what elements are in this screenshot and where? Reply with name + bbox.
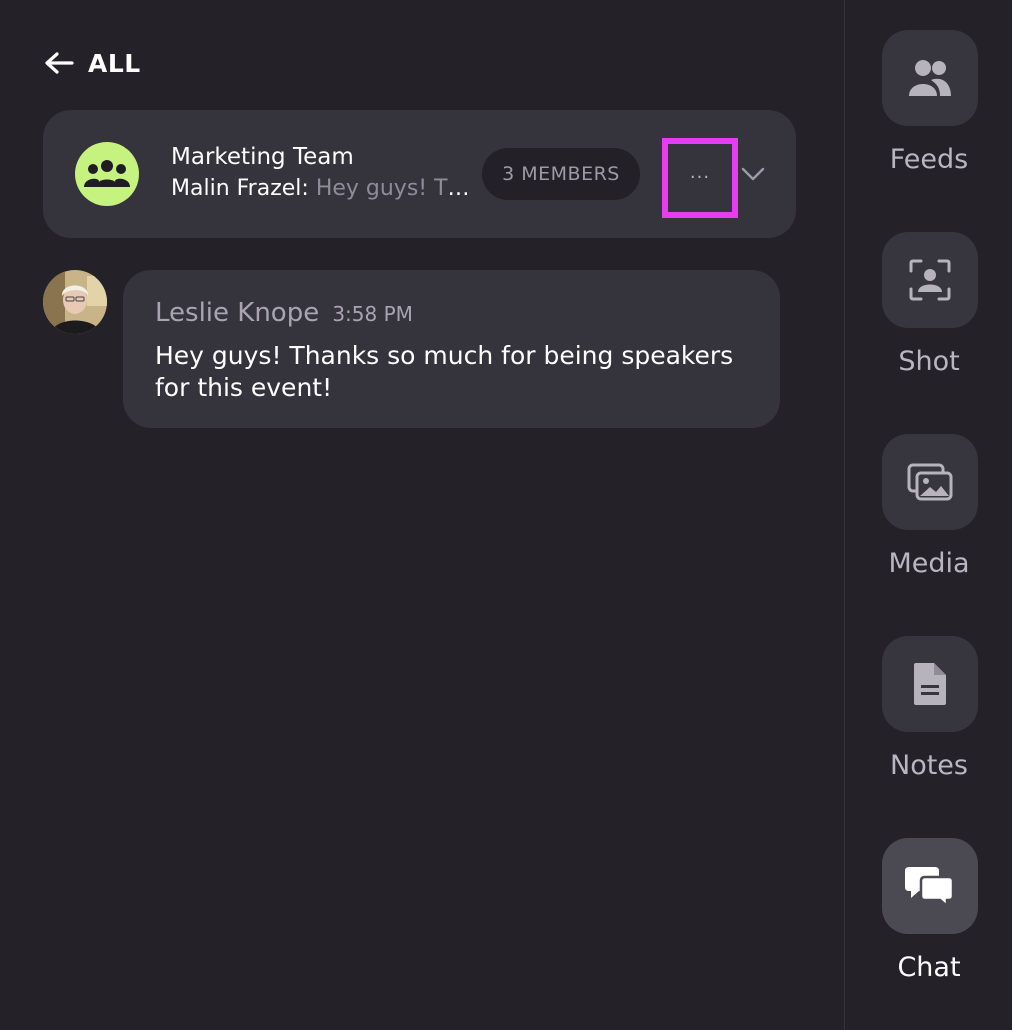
back-button[interactable]: ALL <box>44 46 141 80</box>
app-window: ALL Marketing Team Malin Frazel: Hey guy… <box>0 0 1012 1030</box>
preview-text: Hey guys! Thanks so much for being speak… <box>315 176 476 201</box>
nav-tile-shot <box>882 232 978 328</box>
last-message-preview: Malin Frazel: Hey guys! Thanks so much f… <box>171 176 476 201</box>
members-badge[interactable]: 3 MEMBERS <box>482 148 640 200</box>
group-name: Marketing Team <box>171 144 354 170</box>
message-text: Hey guys! Thanks so much for being speak… <box>155 341 734 402</box>
people-icon <box>909 60 951 96</box>
nav-label-feeds: Feeds <box>889 144 969 175</box>
more-options-button[interactable]: ··· <box>662 138 738 218</box>
nav-label-shot: Shot <box>898 346 960 377</box>
arrow-left-icon <box>45 52 74 74</box>
nav-item-feeds[interactable]: Feeds <box>845 30 1012 200</box>
nav-item-notes[interactable]: Notes <box>845 636 1012 806</box>
nav-item-media[interactable]: Media <box>845 434 1012 604</box>
ellipsis-icon: ··· <box>689 167 711 188</box>
nav-tile-media <box>882 434 978 530</box>
preview-author: Malin Frazel: <box>171 176 309 201</box>
nav-tile-feeds <box>882 30 978 126</box>
message-bubble[interactable]: Leslie Knope 3:58 PM Hey guys! Thanks so… <box>123 270 780 428</box>
nav-item-chat[interactable]: Chat <box>845 838 1012 1008</box>
back-label: ALL <box>88 48 141 78</box>
chevron-down-icon <box>741 167 765 181</box>
nav-label-notes: Notes <box>890 750 968 781</box>
message-header: Leslie Knope 3:58 PM <box>155 298 413 328</box>
group-icon <box>84 160 130 187</box>
chat-bubbles-icon <box>905 867 955 907</box>
message-time: 3:58 PM <box>332 302 413 326</box>
avatar-photo <box>43 270 107 334</box>
chat-panel: ALL Marketing Team Malin Frazel: Hey guy… <box>0 0 844 1030</box>
right-nav-sidebar: Feeds Shot Media Notes Chat <box>844 0 1012 1030</box>
document-icon <box>914 663 946 705</box>
nav-tile-notes <box>882 636 978 732</box>
portrait-frame-icon <box>909 259 951 301</box>
group-avatar <box>75 142 139 206</box>
sender-avatar[interactable] <box>43 270 107 334</box>
message-sender: Leslie Knope <box>155 298 320 328</box>
nav-label-chat: Chat <box>897 952 961 983</box>
expand-button[interactable] <box>739 162 767 186</box>
nav-item-shot[interactable]: Shot <box>845 232 1012 402</box>
group-header-card[interactable]: Marketing Team Malin Frazel: Hey guys! T… <box>43 110 796 238</box>
nav-tile-chat <box>882 838 978 934</box>
nav-label-media: Media <box>888 548 970 579</box>
images-icon <box>907 463 953 501</box>
